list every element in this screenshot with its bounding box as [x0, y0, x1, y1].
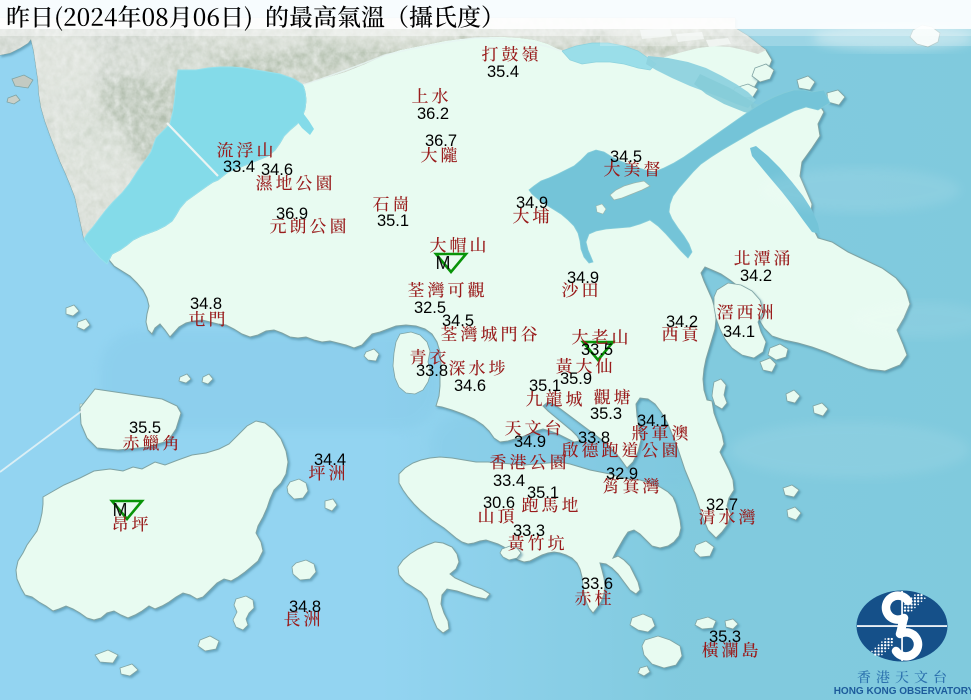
svg-text:36.7: 36.7	[425, 132, 457, 150]
svg-text:33.6: 33.6	[581, 575, 613, 593]
svg-text:M: M	[113, 500, 128, 520]
svg-text:34.2: 34.2	[740, 267, 772, 285]
svg-text:35.4: 35.4	[487, 63, 519, 81]
svg-text:33.3: 33.3	[513, 522, 545, 540]
svg-text:30.6: 30.6	[483, 494, 515, 512]
svg-text:35.9: 35.9	[560, 370, 592, 388]
svg-text:34.9: 34.9	[567, 269, 599, 287]
svg-text:M: M	[436, 253, 451, 273]
svg-text:34.6: 34.6	[454, 377, 486, 395]
svg-text:36.2: 36.2	[417, 105, 449, 123]
svg-text:34.2: 34.2	[666, 313, 698, 331]
svg-text:35.5: 35.5	[129, 419, 161, 437]
svg-text:35.3: 35.3	[709, 628, 741, 646]
svg-text:34.8: 34.8	[289, 598, 321, 616]
svg-text:HONG KONG OBSERVATORY: HONG KONG OBSERVATORY	[834, 686, 971, 697]
svg-text:32.7: 32.7	[706, 496, 738, 514]
svg-text:35.1: 35.1	[377, 212, 409, 230]
svg-text:35.1: 35.1	[527, 484, 559, 502]
svg-text:34.9: 34.9	[514, 433, 546, 451]
svg-text:36.9: 36.9	[276, 205, 308, 223]
svg-text:34.1: 34.1	[637, 412, 669, 430]
svg-text:34.1: 34.1	[723, 323, 755, 341]
svg-text:33.4: 33.4	[493, 472, 525, 490]
svg-text:34.6: 34.6	[261, 161, 293, 179]
svg-text:35.3: 35.3	[590, 405, 622, 423]
svg-text:33.8: 33.8	[416, 362, 448, 380]
svg-text:34.5: 34.5	[442, 312, 474, 330]
svg-text:34.4: 34.4	[314, 451, 346, 469]
svg-text:35.1: 35.1	[529, 377, 561, 395]
svg-text:34.9: 34.9	[516, 194, 548, 212]
svg-text:34.5: 34.5	[610, 148, 642, 166]
svg-text:32.9: 32.9	[606, 465, 638, 483]
svg-text:33.5: 33.5	[581, 341, 613, 359]
svg-text:34.8: 34.8	[190, 295, 222, 313]
svg-text:33.4: 33.4	[223, 158, 255, 176]
svg-text:33.8: 33.8	[578, 429, 610, 447]
